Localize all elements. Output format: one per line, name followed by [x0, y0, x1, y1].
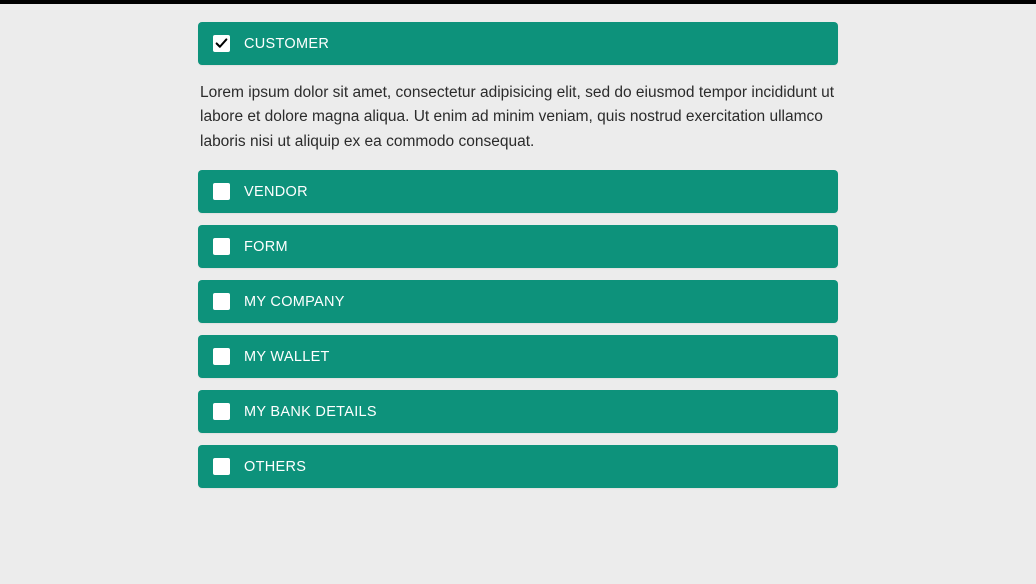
- accordion-label: MY WALLET: [244, 349, 330, 365]
- accordion-body-customer: Lorem ipsum dolor sit amet, consectetur …: [198, 77, 838, 170]
- accordion-label: MY BANK DETAILS: [244, 404, 377, 420]
- accordion-label: VENDOR: [244, 184, 308, 200]
- checkbox-icon[interactable]: [213, 238, 230, 255]
- accordion-item-my-bank-details[interactable]: MY BANK DETAILS: [198, 390, 838, 433]
- top-bar: [0, 0, 1036, 4]
- checkbox-icon[interactable]: [213, 458, 230, 475]
- checkbox-icon[interactable]: [213, 348, 230, 365]
- accordion-label: CUSTOMER: [244, 36, 329, 52]
- accordion-label: FORM: [244, 239, 288, 255]
- checkbox-icon[interactable]: [213, 403, 230, 420]
- accordion-item-form[interactable]: FORM: [198, 225, 838, 268]
- accordion-label: MY COMPANY: [244, 294, 345, 310]
- accordion-container: CUSTOMER Lorem ipsum dolor sit amet, con…: [198, 22, 838, 488]
- accordion-item-my-wallet[interactable]: MY WALLET: [198, 335, 838, 378]
- accordion-item-others[interactable]: OTHERS: [198, 445, 838, 488]
- accordion-label: OTHERS: [244, 459, 306, 475]
- accordion-item-vendor[interactable]: VENDOR: [198, 170, 838, 213]
- checkbox-icon[interactable]: [213, 183, 230, 200]
- accordion-item-customer[interactable]: CUSTOMER: [198, 22, 838, 65]
- checkbox-icon[interactable]: [213, 35, 230, 52]
- checkbox-icon[interactable]: [213, 293, 230, 310]
- accordion-item-my-company[interactable]: MY COMPANY: [198, 280, 838, 323]
